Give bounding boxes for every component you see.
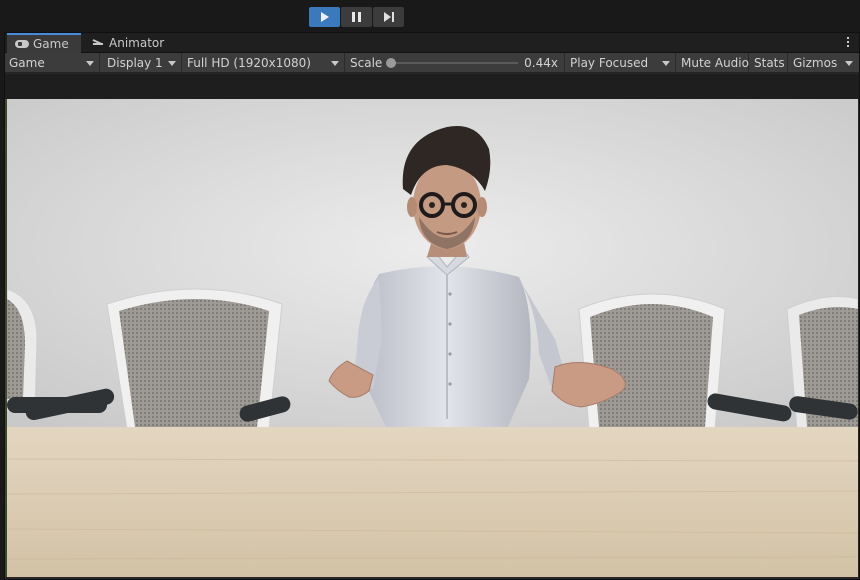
- play-controls: [309, 7, 404, 27]
- play-toolbar: [0, 0, 860, 32]
- table-surface: [7, 427, 858, 577]
- display-value: Display 1: [107, 56, 163, 70]
- chevron-down-icon: [331, 61, 339, 66]
- resolution-dropdown[interactable]: Full HD (1920x1080): [183, 53, 345, 73]
- tab-game[interactable]: Game: [7, 33, 81, 53]
- scale-slider[interactable]: Scale 0.44x: [346, 53, 565, 73]
- view-mode-value: Game: [9, 56, 45, 70]
- play-mode-value: Play Focused: [570, 56, 649, 70]
- display-dropdown[interactable]: Display 1: [101, 53, 182, 73]
- viewport-letterbox: [5, 74, 859, 99]
- scene-render: [7, 99, 858, 577]
- pause-button[interactable]: [341, 7, 372, 27]
- view-mode-dropdown[interactable]: Game: [5, 53, 100, 73]
- stats-label: Stats: [754, 56, 785, 70]
- resolution-value: Full HD (1920x1080): [187, 56, 311, 70]
- game-options-bar: Game Display 1 Full HD (1920x1080) Scale…: [5, 53, 859, 73]
- game-viewport[interactable]: [7, 99, 858, 577]
- chair-right-edge: [786, 296, 858, 430]
- animator-icon: [93, 38, 105, 48]
- play-mode-dropdown[interactable]: Play Focused: [566, 53, 676, 73]
- mute-audio-label: Mute Audio: [681, 56, 749, 70]
- chevron-down-icon: [662, 61, 670, 66]
- tab-animator[interactable]: Animator: [85, 33, 175, 53]
- tab-label: Game: [33, 37, 69, 51]
- more-options-icon[interactable]: [847, 37, 849, 47]
- chevron-down-icon: [86, 61, 94, 66]
- scale-value: 0.44x: [524, 56, 558, 70]
- gamepad-icon: [15, 40, 29, 48]
- scale-track[interactable]: [392, 62, 518, 64]
- gizmos-dropdown[interactable]: Gizmos: [789, 53, 858, 73]
- tab-bar: Game Animator: [5, 33, 859, 53]
- stats-toggle[interactable]: Stats: [750, 53, 788, 73]
- play-button[interactable]: [309, 7, 340, 27]
- step-button[interactable]: [373, 7, 404, 27]
- scale-label: Scale: [350, 56, 383, 70]
- chevron-down-icon: [168, 61, 176, 66]
- game-window: Game Animator Game Display 1 Full HD (19…: [4, 32, 860, 580]
- mute-audio-toggle[interactable]: Mute Audio: [677, 53, 749, 73]
- chevron-down-icon: [845, 61, 853, 66]
- tab-label: Animator: [109, 36, 165, 50]
- play-icon: [320, 12, 329, 22]
- step-icon: [383, 12, 394, 22]
- gizmos-label: Gizmos: [793, 56, 838, 70]
- pause-icon: [352, 12, 361, 22]
- scale-thumb[interactable]: [386, 58, 396, 68]
